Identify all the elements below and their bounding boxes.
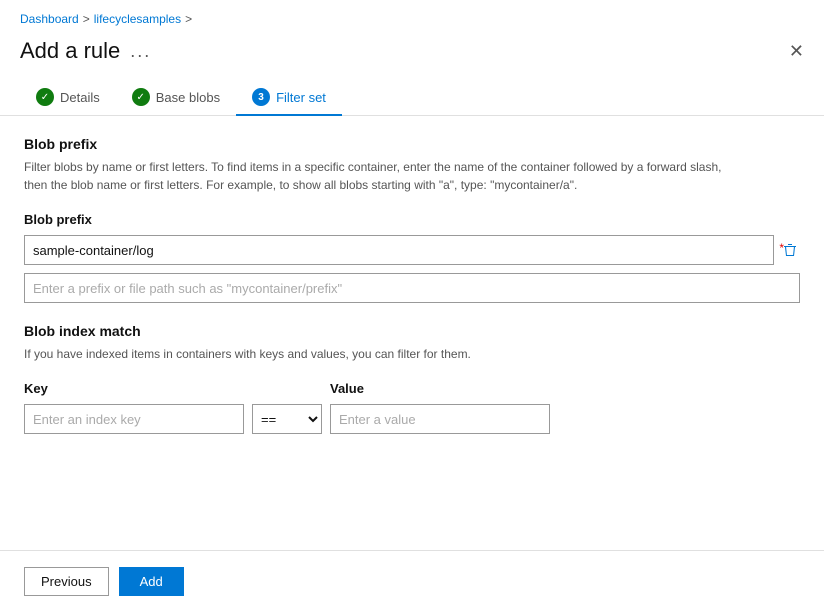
blob-prefix-inputs: * <box>24 235 800 303</box>
prefix-input-1[interactable] <box>24 235 774 265</box>
header-left: Add a rule ... <box>20 38 151 64</box>
blob-index-description: If you have indexed items in containers … <box>24 345 724 363</box>
prefix-row-2 <box>24 273 800 303</box>
page-container: Dashboard > lifecyclesamples > Add a rul… <box>0 0 824 612</box>
tab-base-blobs-label: Base blobs <box>156 90 220 105</box>
kv-headers: Key Value <box>24 381 800 396</box>
content: Blob prefix Filter blobs by name or firs… <box>0 116 824 530</box>
close-button[interactable]: ✕ <box>789 42 804 60</box>
required-star-1: * <box>779 241 784 255</box>
kv-row: == != > < <box>24 404 800 434</box>
kv-key-header: Key <box>24 381 244 396</box>
breadcrumb: Dashboard > lifecyclesamples > <box>0 0 824 32</box>
more-options-button[interactable]: ... <box>130 41 151 62</box>
breadcrumb-lifecyclesamples[interactable]: lifecyclesamples <box>94 12 181 26</box>
prefix-input-1-wrapper: * <box>24 235 774 265</box>
prefix-input-2[interactable] <box>24 273 800 303</box>
blob-index-title: Blob index match <box>24 323 800 339</box>
blob-prefix-description: Filter blobs by name or first letters. T… <box>24 158 724 194</box>
tab-filter-set-label: Filter set <box>276 90 326 105</box>
kv-key-input[interactable] <box>24 404 244 434</box>
tabs: ✓ Details ✓ Base blobs 3 Filter set <box>0 80 824 116</box>
blob-prefix-section: Blob prefix Filter blobs by name or firs… <box>24 136 800 303</box>
prefix-row-1: * <box>24 235 800 265</box>
footer: Previous Add <box>0 551 824 612</box>
breadcrumb-sep-1: > <box>83 12 90 26</box>
kv-operator-select[interactable]: == != > < <box>252 404 322 434</box>
breadcrumb-dashboard[interactable]: Dashboard <box>20 12 79 26</box>
tab-details-check-icon: ✓ <box>36 88 54 106</box>
page-title: Add a rule <box>20 38 120 64</box>
breadcrumb-sep-2: > <box>185 12 192 26</box>
tab-filter-set-number-icon: 3 <box>252 88 270 106</box>
blob-prefix-section-title: Blob prefix <box>24 136 800 152</box>
prefix-input-2-wrapper <box>24 273 800 303</box>
tab-details[interactable]: ✓ Details <box>20 80 116 116</box>
previous-button[interactable]: Previous <box>24 567 109 596</box>
blob-prefix-field-label: Blob prefix <box>24 212 800 227</box>
trash-icon <box>782 242 798 258</box>
kv-value-header: Value <box>330 381 550 396</box>
tab-filter-set[interactable]: 3 Filter set <box>236 80 342 116</box>
header: Add a rule ... ✕ <box>0 32 824 80</box>
blob-index-section: Blob index match If you have indexed ite… <box>24 323 800 434</box>
kv-value-input[interactable] <box>330 404 550 434</box>
tab-base-blobs[interactable]: ✓ Base blobs <box>116 80 236 116</box>
add-button[interactable]: Add <box>119 567 184 596</box>
tab-base-blobs-check-icon: ✓ <box>132 88 150 106</box>
tab-details-label: Details <box>60 90 100 105</box>
